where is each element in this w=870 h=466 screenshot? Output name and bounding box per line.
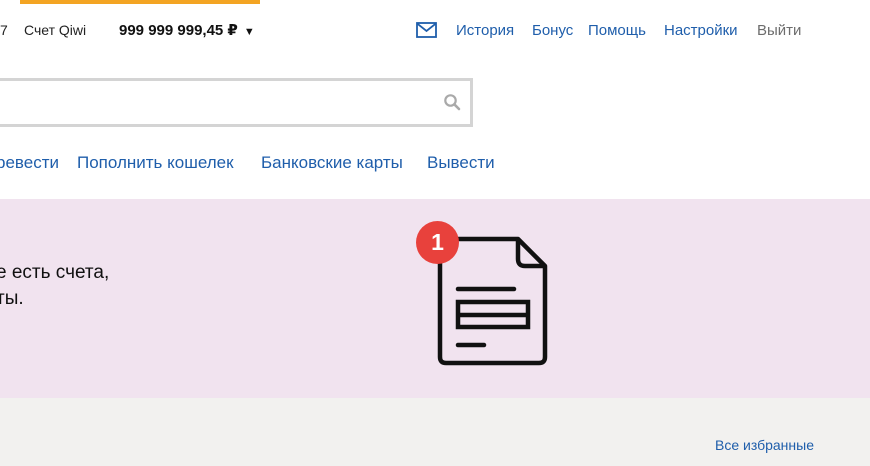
notification-badge: 1 — [416, 221, 459, 264]
search-input[interactable] — [9, 81, 433, 126]
balance-amount: 999 999 999,45 ₽ — [119, 22, 238, 39]
nav-topup-link[interactable]: Пополнить кошелек — [77, 153, 234, 173]
nav-bank-cards-link[interactable]: Банковские карты — [261, 153, 403, 173]
caret-down-icon: ▼ — [243, 26, 255, 38]
nav-settings-link[interactable]: Настройки — [664, 22, 738, 39]
top-bar: 7 Счет Qiwi 999 999 999,45 ₽ ▼ История Бо… — [0, 0, 870, 62]
banner-text-line-2: ты. — [0, 288, 24, 309]
active-account-indicator — [20, 0, 260, 4]
all-favorites-link[interactable]: Все избранные — [715, 437, 814, 453]
banner-text-line-1: е есть счета, — [0, 262, 110, 283]
account-label: Счет Qiwi — [24, 22, 87, 38]
nav-transfer-link[interactable]: ревести — [0, 153, 59, 173]
nav-history-link[interactable]: История — [456, 22, 514, 39]
phone-number: 7 — [0, 22, 8, 38]
nav-bonus-link[interactable]: Бонус — [532, 22, 573, 39]
mail-icon[interactable] — [416, 22, 437, 38]
logout-link[interactable]: Выйти — [757, 22, 801, 39]
nav-withdraw-link[interactable]: Вывести — [427, 153, 495, 173]
nav-help-link[interactable]: Помощь — [588, 22, 646, 39]
balance-dropdown[interactable]: 999 999 999,45 ₽ ▼ — [119, 21, 255, 39]
favorites-section — [0, 398, 870, 466]
search-box — [0, 78, 473, 127]
search-icon[interactable] — [443, 93, 461, 111]
